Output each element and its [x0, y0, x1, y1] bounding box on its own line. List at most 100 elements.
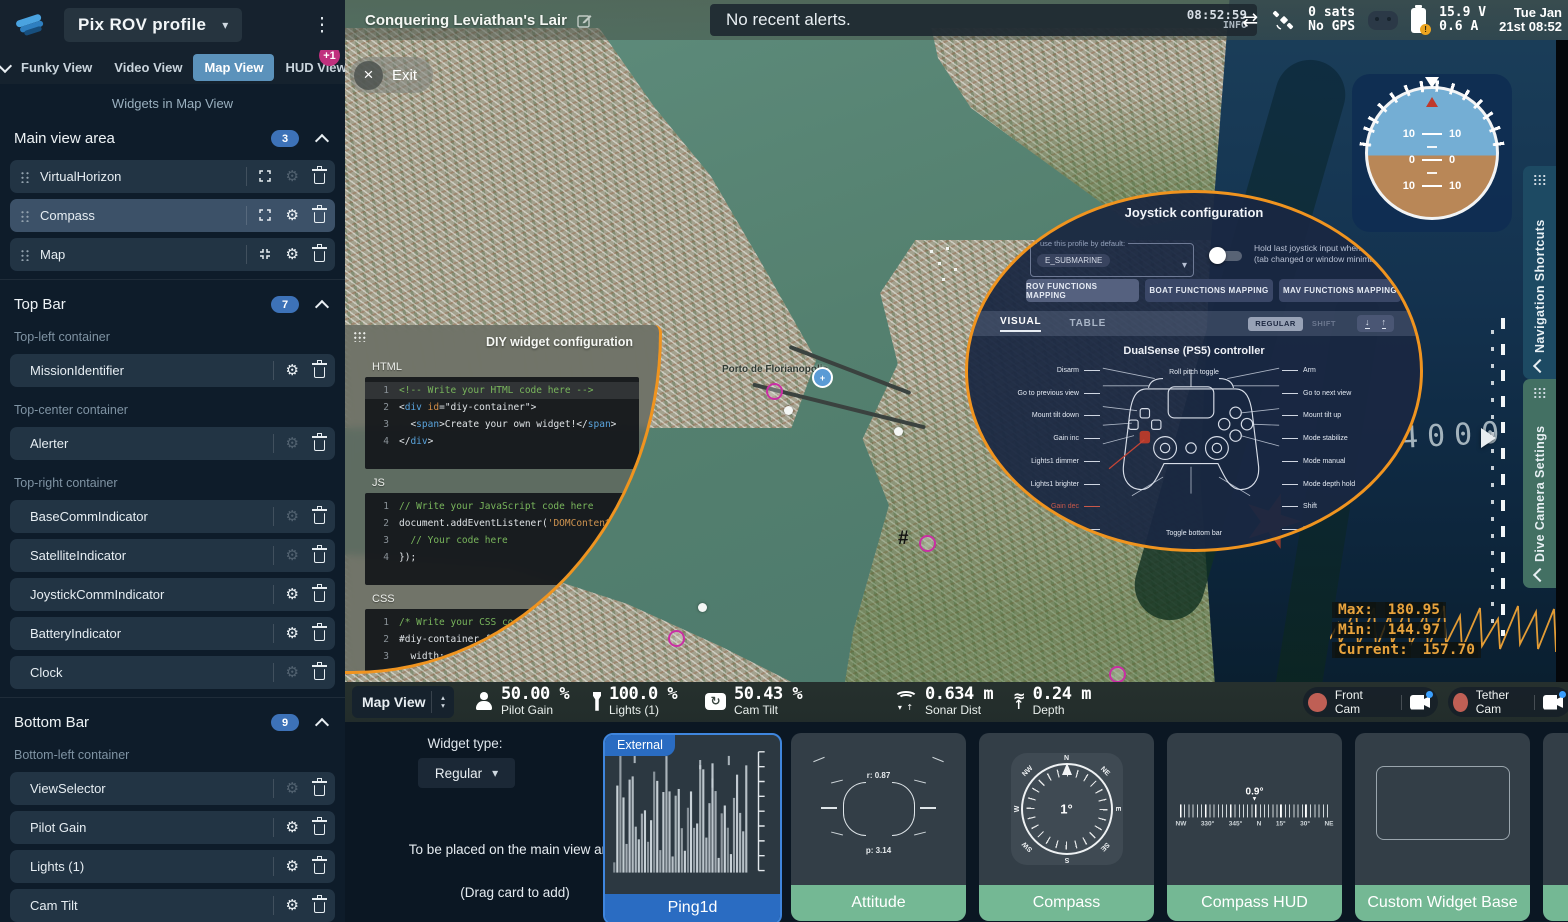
gear-icon[interactable]: ⚙ — [286, 509, 299, 524]
joystick-profile-select[interactable]: use this profile by default: E_SUBMARINE… — [1030, 239, 1194, 277]
battery-icon[interactable]: ! — [1411, 8, 1426, 33]
widget-row-viewselector[interactable]: ViewSelector ⚙ — [10, 772, 335, 805]
front-cam-button[interactable]: Front Cam — [1303, 687, 1438, 717]
upload-mapping-icon[interactable]: ↑ — [1382, 318, 1387, 329]
chevron-up-icon[interactable] — [315, 717, 329, 731]
js-code-editor[interactable]: // Write your JavaScript code here docum… — [365, 493, 639, 585]
play-icon[interactable] — [1481, 428, 1496, 448]
tether-cam-button[interactable]: Tether Cam — [1448, 687, 1568, 717]
widget-row-clock[interactable]: Clock ⚙ — [10, 656, 335, 689]
widget-row-pilotgain[interactable]: Pilot Gain ⚙ — [10, 811, 335, 844]
gear-icon[interactable]: ⚙ — [286, 169, 299, 184]
sonar-distance-indicator[interactable]: ▾ ↑ 0.634 mSonar Dist — [895, 686, 993, 716]
gear-icon[interactable]: ⚙ — [286, 208, 299, 223]
trash-icon[interactable] — [314, 367, 325, 378]
exit-fullscreen-icon[interactable] — [259, 248, 271, 260]
fullscreen-icon[interactable] — [259, 209, 271, 221]
card-custom-widget-base[interactable]: Custom Widget Base — [1355, 733, 1530, 921]
gear-icon[interactable]: ⚙ — [286, 363, 299, 378]
pilot-gain-indicator[interactable]: 50.00 %Pilot Gain — [475, 686, 569, 716]
edit-mission-icon[interactable] — [577, 13, 592, 28]
widget-row-virtualhorizon[interactable]: VirtualHorizon ⚙ — [10, 160, 335, 193]
comm-swap-icon[interactable]: ⇄ — [1242, 9, 1258, 31]
fullscreen-icon[interactable] — [259, 170, 271, 182]
map-marker-white[interactable] — [698, 603, 707, 612]
view-selector-dropdown[interactable]: Map View ▴▾ — [352, 686, 454, 718]
trash-icon[interactable] — [314, 591, 325, 602]
map-marker-pink[interactable] — [766, 383, 783, 400]
view-stepper-icon[interactable]: ▴▾ — [431, 691, 454, 713]
section-top-bar[interactable]: Top Bar 7 — [0, 279, 345, 320]
tab-table[interactable]: TABLE — [1069, 318, 1106, 329]
widget-row-batteryindicator[interactable]: BatteryIndicator ⚙ — [10, 617, 335, 650]
trash-icon[interactable] — [314, 630, 325, 641]
map-marker-white[interactable] — [894, 427, 903, 436]
map-marker-pink[interactable] — [668, 630, 685, 647]
trash-icon[interactable] — [314, 902, 325, 913]
card-compass[interactable]: 1° N NE E SE S SW W NW Compass — [979, 733, 1154, 921]
hold-input-toggle[interactable] — [1212, 251, 1242, 261]
widget-row-map[interactable]: Map ⚙ — [10, 238, 335, 271]
widget-row-alerter[interactable]: Alerter ⚙ — [10, 427, 335, 460]
section-main-view-area[interactable]: Main view area 3 — [0, 117, 345, 154]
widget-row-missionidentifier[interactable]: MissionIdentifier ⚙ — [10, 354, 335, 387]
diy-widget-config-panel[interactable]: DIY widget configuration HTML <!-- Write… — [345, 325, 662, 674]
drag-handle-icon[interactable] — [20, 170, 30, 183]
gear-icon[interactable]: ⚙ — [286, 587, 299, 602]
section-bottom-bar[interactable]: Bottom Bar 9 — [0, 697, 345, 738]
exit-edit-mode-button[interactable]: × Exit — [350, 57, 433, 93]
trash-icon[interactable] — [314, 173, 325, 184]
vehicle-marker[interactable]: + — [812, 367, 833, 388]
rov-functions-mapping-button[interactable]: ROV FUNCTIONS MAPPING — [1026, 279, 1139, 302]
lights-indicator[interactable]: 100.0 %Lights (1) — [593, 686, 677, 716]
widget-row-basecommindicator[interactable]: BaseCommIndicator ⚙ — [10, 500, 335, 533]
gear-icon[interactable]: ⚙ — [286, 247, 299, 262]
gear-icon[interactable]: ⚙ — [286, 859, 299, 874]
joystick-config-panel[interactable]: Joystick configuration use this profile … — [965, 190, 1423, 552]
css-code-editor[interactable]: /* Write your CSS code here */ #diy-cont… — [365, 609, 639, 674]
card-compass-hud[interactable]: 0.9° ▼ NW 330° 345° N 15° 30° NE Compass… — [1167, 733, 1342, 921]
gear-icon[interactable]: ⚙ — [286, 898, 299, 913]
tab-map-view[interactable]: Map View — [193, 54, 274, 81]
collapse-tabs-button[interactable] — [0, 61, 10, 74]
mav-functions-mapping-button[interactable]: MAV FUNCTIONS MAPPING — [1279, 279, 1401, 302]
trash-icon[interactable] — [314, 440, 325, 451]
html-code-editor[interactable]: <!-- Write your HTML code here --> <div … — [365, 377, 639, 469]
gear-icon[interactable]: ⚙ — [286, 820, 299, 835]
trash-icon[interactable] — [314, 513, 325, 524]
tab-dive-camera-settings[interactable]: Dive Camera Settings — [1523, 379, 1556, 588]
chevron-up-icon[interactable] — [315, 299, 329, 313]
widget-row-camtilt[interactable]: Cam Tilt ⚙ — [10, 889, 335, 922]
mode-regular-chip[interactable]: REGULAR — [1248, 317, 1303, 331]
drag-handle-icon[interactable] — [353, 331, 366, 342]
tab-funky-view[interactable]: Funky View — [10, 54, 103, 81]
depth-indicator[interactable]: ≈↑ 0.24 mDepth — [1013, 686, 1091, 716]
map-marker-pink[interactable] — [1109, 666, 1126, 682]
chevron-up-icon[interactable] — [315, 133, 329, 147]
widget-row-satelliteindicator[interactable]: SatelliteIndicator ⚙ — [10, 539, 335, 572]
gear-icon[interactable]: ⚙ — [286, 781, 299, 796]
tab-video-view[interactable]: Video View — [103, 54, 193, 81]
widget-type-select[interactable]: Regular ▾ — [418, 758, 515, 788]
profile-selector[interactable]: Pix ROV profile ▾ — [64, 8, 242, 42]
boat-functions-mapping-button[interactable]: BOAT FUNCTIONS MAPPING — [1145, 279, 1273, 302]
trash-icon[interactable] — [314, 824, 325, 835]
gear-icon[interactable]: ⚙ — [286, 626, 299, 641]
trash-icon[interactable] — [314, 669, 325, 680]
map-marker-white[interactable] — [784, 406, 793, 415]
virtual-horizon-widget[interactable]: 1010 00 1010 — [1352, 74, 1512, 232]
gear-icon[interactable]: ⚙ — [286, 548, 299, 563]
card-partial[interactable] — [1543, 733, 1568, 921]
tab-navigation-shortcuts[interactable]: Navigation Shortcuts — [1523, 166, 1556, 379]
trash-icon[interactable] — [314, 863, 325, 874]
map-marker-pink[interactable] — [919, 535, 936, 552]
card-attitude[interactable]: r: 0.87 p: 3.14 Attitude — [791, 733, 966, 921]
trash-icon[interactable] — [314, 785, 325, 796]
trash-icon[interactable] — [314, 212, 325, 223]
drag-handle-icon[interactable] — [20, 248, 30, 261]
alert-banner[interactable]: No recent alerts. 08:52:59 INFO — [710, 4, 1257, 36]
widget-row-lights[interactable]: Lights (1) ⚙ — [10, 850, 335, 883]
mode-shift-chip[interactable]: SHIFT — [1305, 317, 1343, 331]
satellite-icon[interactable] — [1271, 8, 1295, 32]
joystick-status-icon[interactable] — [1368, 11, 1398, 30]
